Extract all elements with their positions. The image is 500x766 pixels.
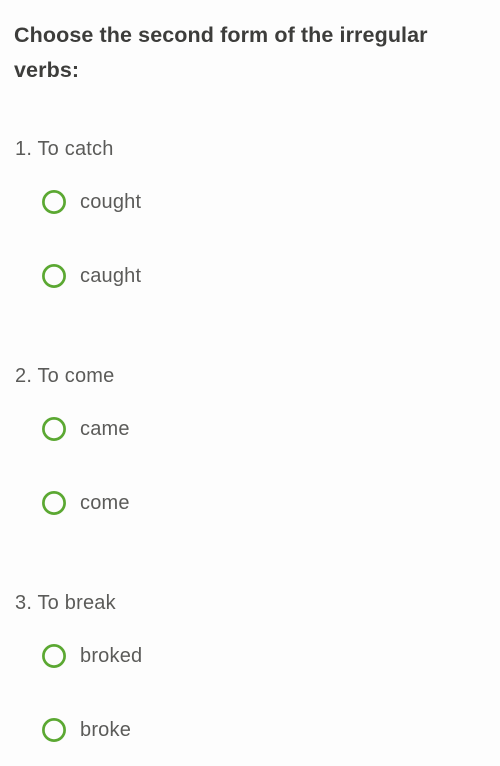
option-label-3-2: broke: [80, 719, 132, 741]
question-title-2: 2. To come: [15, 365, 115, 387]
page-title: Choose the second form of the irregular …: [14, 23, 428, 82]
option-label-3-1: broked: [80, 645, 143, 667]
option-label-1-2: caught: [80, 265, 142, 287]
option-label-2-2: come: [80, 492, 130, 514]
quiz-page: Choose the second form of the irregular …: [0, 0, 500, 766]
radio-unchecked-icon[interactable]: [41, 263, 67, 289]
option-row-2-2[interactable]: come: [15, 486, 455, 520]
radio-unchecked-icon[interactable]: [41, 643, 67, 669]
option-row-3-2[interactable]: broke: [15, 713, 455, 747]
option-label-1-1: cought: [80, 191, 142, 213]
radio-unchecked-icon[interactable]: [41, 490, 67, 516]
radio-unchecked-icon[interactable]: [41, 189, 67, 215]
option-row-1-1[interactable]: cought: [15, 185, 455, 219]
radio-unchecked-icon[interactable]: [41, 416, 67, 442]
question-title-1: 1. To catch: [15, 138, 114, 160]
question-title-3: 3. To break: [15, 592, 116, 614]
option-row-2-1[interactable]: came: [15, 412, 455, 446]
option-label-2-1: came: [80, 418, 130, 440]
option-row-1-2[interactable]: caught: [15, 259, 455, 293]
radio-unchecked-icon[interactable]: [41, 717, 67, 743]
option-row-3-1[interactable]: broked: [15, 639, 455, 673]
